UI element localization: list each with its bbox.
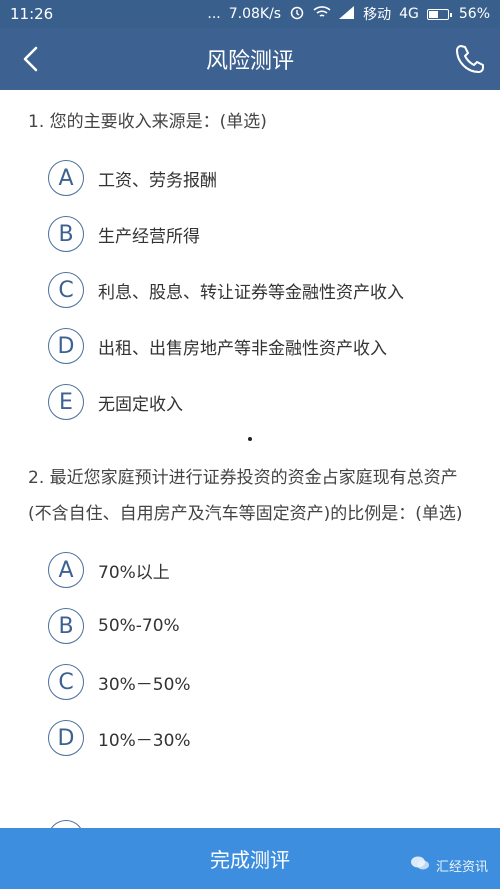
option-label: 工资、劳务报酬 [98, 170, 217, 191]
option-2e-partial[interactable] [48, 820, 84, 828]
questionnaire: 1. 您的主要收入来源是：(单选) A 工资、劳务报酬 B 生产经营所得 C 利息、股… [0, 90, 500, 828]
carrier-name: 移动 [363, 7, 392, 23]
status-time: 11:26 [10, 5, 54, 23]
watermark-text: 汇经资讯 [435, 859, 488, 875]
network-speed: 7.08K/s [228, 6, 282, 22]
option-letter: B [48, 608, 84, 644]
option-letter: C [48, 664, 84, 700]
status-bar: 11:26 ... 7.08K/s 移动 4G 56% [0, 0, 500, 28]
option-label: 30%－50% [98, 674, 191, 695]
status-dots: ... [207, 6, 221, 22]
option-letter: D [48, 720, 84, 756]
option-1a[interactable]: A 工资、劳务报酬 [0, 150, 500, 206]
signal-icon [339, 5, 355, 23]
option-2d[interactable]: D 10%－30% [0, 710, 500, 766]
status-indicators: ... 7.08K/s 移动 4G 56% [207, 4, 490, 24]
page-title: 风险测评 [205, 49, 294, 74]
title-bar: 风险测评 [0, 28, 500, 90]
question-1: 1. 您的主要收入来源是：(单选) [28, 112, 267, 132]
back-button[interactable] [14, 41, 50, 77]
phone-icon [452, 45, 488, 81]
wifi-icon [313, 5, 331, 23]
question-2-options: A 70%以上 B 50%-70% C 30%－50% D 10%－30% [0, 542, 500, 766]
option-label: 70%以上 [98, 562, 170, 583]
option-2c[interactable]: C 30%－50% [0, 654, 500, 710]
option-letter: A [48, 552, 84, 588]
complete-assessment-button[interactable]: 完成测评 汇经资讯 [0, 828, 500, 889]
stray-dot [248, 437, 252, 441]
battery-icon [426, 8, 452, 20]
question-1-options: A 工资、劳务报酬 B 生产经营所得 C 利息、股息、转让证券等金融性资产收入 D 出租… [0, 150, 500, 430]
option-2b[interactable]: B 50%-70% [0, 598, 500, 654]
option-letter: B [48, 216, 84, 252]
watermark: 汇经资讯 [410, 855, 488, 875]
option-label: 10%－30% [98, 730, 191, 751]
option-1e[interactable]: E 无固定收入 [0, 374, 500, 430]
complete-assessment-label: 完成测评 [210, 848, 290, 872]
chevron-left-icon [14, 46, 50, 81]
battery-percent: 56% [458, 6, 490, 22]
option-letter: A [48, 160, 84, 196]
network-type: 4G [399, 6, 419, 22]
option-label: 50%-70% [98, 616, 180, 636]
option-letter: D [48, 328, 84, 364]
option-letter: C [48, 272, 84, 308]
phone-button[interactable] [452, 41, 488, 77]
option-1b[interactable]: B 生产经营所得 [0, 206, 500, 262]
option-1d[interactable]: D 出租、出售房地产等非金融性资产收入 [0, 318, 500, 374]
option-label: 无固定收入 [98, 394, 183, 415]
option-label: 生产经营所得 [98, 226, 200, 247]
question-2: 2. 最近您家庭预计进行证券投资的资金占家庭现有总资产(不含自住、自用房产及汽车… [28, 468, 463, 524]
option-letter: E [48, 384, 84, 420]
option-label: 利息、股息、转让证券等金融性资产收入 [98, 282, 404, 303]
wechat-icon [410, 855, 430, 875]
option-label: 出租、出售房地产等非金融性资产收入 [98, 338, 387, 359]
option-2a[interactable]: A 70%以上 [0, 542, 500, 598]
option-1c[interactable]: C 利息、股息、转让证券等金融性资产收入 [0, 262, 500, 318]
alarm-icon [289, 4, 305, 24]
